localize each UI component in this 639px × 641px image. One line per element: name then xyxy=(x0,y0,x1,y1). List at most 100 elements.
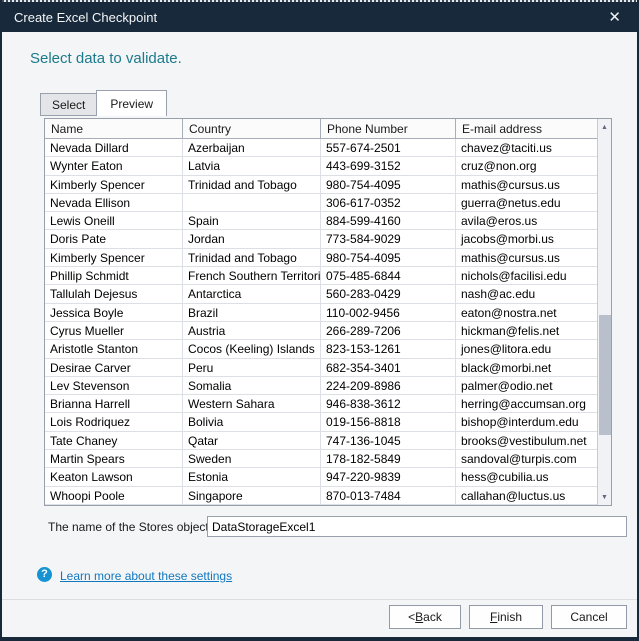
table-cell: 443-699-3152 xyxy=(321,157,456,175)
table-row[interactable]: Kimberly SpencerTrinidad and Tobago980-7… xyxy=(45,249,597,267)
table-row[interactable]: Wynter EatonLatvia443-699-3152cruz@non.o… xyxy=(45,157,597,175)
table-cell: Nevada Ellison xyxy=(45,194,183,212)
table-cell: Bolivia xyxy=(183,413,321,431)
table-cell: Jordan xyxy=(183,230,321,248)
table-cell: nash@ac.edu xyxy=(456,285,597,303)
table-row[interactable]: Lois RodriquezBolivia019-156-8818bishop@… xyxy=(45,413,597,431)
table-cell: 947-220-9839 xyxy=(321,468,456,486)
table-cell: Aristotle Stanton xyxy=(45,340,183,358)
table-row[interactable]: Martin SpearsSweden178-182-5849sandoval@… xyxy=(45,450,597,468)
table-cell: mathis@cursus.us xyxy=(456,249,597,267)
table-cell: avila@eros.us xyxy=(456,212,597,230)
table-cell: 980-754-4095 xyxy=(321,176,456,194)
table-row[interactable]: Brianna HarrellWestern Sahara946-838-361… xyxy=(45,395,597,413)
column-header-email: E-mail address xyxy=(456,119,597,139)
table-cell: Kimberly Spencer xyxy=(45,176,183,194)
table-row[interactable]: Desirae CarverPeru682-354-3401black@morb… xyxy=(45,359,597,377)
table-cell: Doris Pate xyxy=(45,230,183,248)
footer-divider xyxy=(2,599,637,600)
table-cell: 560-283-0429 xyxy=(321,285,456,303)
preview-data-grid: Name Country Phone Number E-mail address… xyxy=(44,118,612,506)
table-row[interactable]: Tate ChaneyQatar747-136-1045brooks@vesti… xyxy=(45,432,597,450)
create-excel-checkpoint-dialog: Create Excel Checkpoint ✕ Select data to… xyxy=(0,0,639,641)
table-cell: chavez@taciti.us xyxy=(456,139,597,157)
table-cell: brooks@vestibulum.net xyxy=(456,432,597,450)
table-cell: bishop@interdum.edu xyxy=(456,413,597,431)
table-cell: 823-153-1261 xyxy=(321,340,456,358)
table-row[interactable]: Doris PateJordan773-584-9029jacobs@morbi… xyxy=(45,230,597,248)
column-header-name: Name xyxy=(45,119,183,139)
scroll-down-icon[interactable]: ▼ xyxy=(598,489,611,505)
tab-preview[interactable]: Preview xyxy=(96,90,167,116)
table-cell: Brianna Harrell xyxy=(45,395,183,413)
table-cell: 557-674-2501 xyxy=(321,139,456,157)
table-cell: cruz@non.org xyxy=(456,157,597,175)
table-cell: Spain xyxy=(183,212,321,230)
table-cell: Martin Spears xyxy=(45,450,183,468)
table-row[interactable]: Tallulah DejesusAntarctica560-283-0429na… xyxy=(45,285,597,303)
learn-more-link[interactable]: Learn more about these settings xyxy=(60,569,232,583)
vertical-scrollbar[interactable]: ▲ ▼ xyxy=(597,119,611,505)
table-header-row: Name Country Phone Number E-mail address xyxy=(45,119,597,139)
finish-button[interactable]: Finish xyxy=(469,605,543,629)
table-cell: black@morbi.net xyxy=(456,359,597,377)
table-cell: 682-354-3401 xyxy=(321,359,456,377)
title-bar: Create Excel Checkpoint ✕ xyxy=(2,2,637,32)
stores-object-input[interactable] xyxy=(207,516,627,537)
tab-select[interactable]: Select xyxy=(40,93,97,116)
table-row[interactable]: Kimberly SpencerTrinidad and Tobago980-7… xyxy=(45,176,597,194)
table-row[interactable]: Nevada Ellison306-617-0352guerra@netus.e… xyxy=(45,194,597,212)
table-cell: 884-599-4160 xyxy=(321,212,456,230)
table-cell: 266-289-7206 xyxy=(321,322,456,340)
close-icon[interactable]: ✕ xyxy=(604,10,625,25)
table-cell: Latvia xyxy=(183,157,321,175)
table-cell: Tallulah Dejesus xyxy=(45,285,183,303)
grid-content: Name Country Phone Number E-mail address… xyxy=(45,119,597,505)
table-row[interactable]: Keaton LawsonEstonia947-220-9839hess@cub… xyxy=(45,468,597,486)
table-cell: Qatar xyxy=(183,432,321,450)
help-icon[interactable]: ? xyxy=(37,567,52,582)
table-row[interactable]: Cyrus MuellerAustria266-289-7206hickman@… xyxy=(45,322,597,340)
table-cell: Western Sahara xyxy=(183,395,321,413)
scroll-up-icon[interactable]: ▲ xyxy=(598,119,611,135)
table-cell: Jessica Boyle xyxy=(45,304,183,322)
window-title: Create Excel Checkpoint xyxy=(14,10,604,25)
column-header-phone: Phone Number xyxy=(321,119,456,139)
table-cell: Wynter Eaton xyxy=(45,157,183,175)
table-cell: Antarctica xyxy=(183,285,321,303)
table-cell: hess@cubilia.us xyxy=(456,468,597,486)
table-cell: nichols@facilisi.edu xyxy=(456,267,597,285)
scrollbar-thumb[interactable] xyxy=(599,315,611,435)
table-cell: Azerbaijan xyxy=(183,139,321,157)
table-cell: Austria xyxy=(183,322,321,340)
column-header-country: Country xyxy=(183,119,321,139)
table-body: Nevada DillardAzerbaijan557-674-2501chav… xyxy=(45,139,597,505)
table-cell: 110-002-9456 xyxy=(321,304,456,322)
table-cell: 980-754-4095 xyxy=(321,249,456,267)
table-cell: Lewis Oneill xyxy=(45,212,183,230)
table-cell: Nevada Dillard xyxy=(45,139,183,157)
table-cell: French Southern Territories xyxy=(183,267,321,285)
table-row[interactable]: Jessica BoyleBrazil110-002-9456eaton@nos… xyxy=(45,304,597,322)
table-cell: Kimberly Spencer xyxy=(45,249,183,267)
table-row[interactable]: Nevada DillardAzerbaijan557-674-2501chav… xyxy=(45,139,597,157)
table-cell: Trinidad and Tobago xyxy=(183,249,321,267)
table-row[interactable]: Phillip SchmidtFrench Southern Territori… xyxy=(45,267,597,285)
table-cell: eaton@nostra.net xyxy=(456,304,597,322)
table-cell: Desirae Carver xyxy=(45,359,183,377)
table-cell: Lev Stevenson xyxy=(45,377,183,395)
table-cell: 224-209-8986 xyxy=(321,377,456,395)
table-row[interactable]: Lewis OneillSpain884-599-4160avila@eros.… xyxy=(45,212,597,230)
table-cell: Estonia xyxy=(183,468,321,486)
table-row[interactable]: Lev StevensonSomalia224-209-8986palmer@o… xyxy=(45,377,597,395)
page-title: Select data to validate. xyxy=(30,50,182,67)
table-cell: callahan@luctus.us xyxy=(456,487,597,505)
table-row[interactable]: Whoopi PooleSingapore870-013-7484callaha… xyxy=(45,487,597,505)
table-row[interactable]: Aristotle StantonCocos (Keeling) Islands… xyxy=(45,340,597,358)
table-cell: Brazil xyxy=(183,304,321,322)
back-button[interactable]: < Back xyxy=(389,605,461,629)
cancel-button[interactable]: Cancel xyxy=(551,605,627,629)
table-cell: hickman@felis.net xyxy=(456,322,597,340)
button-bar: < Back Finish Cancel xyxy=(389,605,627,629)
table-cell: Peru xyxy=(183,359,321,377)
